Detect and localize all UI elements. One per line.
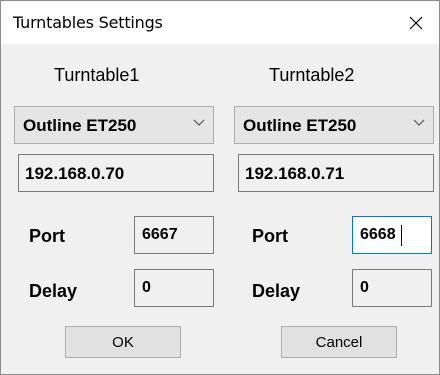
turntable2-ip-field[interactable]: 192.168.0.71 bbox=[238, 154, 434, 192]
turntable2-model-value: Outline ET250 bbox=[243, 116, 357, 135]
turntable1-port-value: 6667 bbox=[142, 226, 178, 243]
turntable2-delay-label: Delay bbox=[252, 281, 301, 301]
close-icon bbox=[409, 16, 423, 29]
turntable1-delay-label: Delay bbox=[29, 281, 78, 301]
turntable1-model-select[interactable]: Outline ET250 bbox=[14, 106, 214, 144]
cancel-button[interactable]: Cancel bbox=[281, 326, 397, 358]
chevron-down-icon bbox=[413, 119, 425, 126]
title-bar: Turntables Settings bbox=[1, 1, 439, 44]
turntable1-delay-field[interactable]: 0 bbox=[134, 269, 214, 307]
ok-button[interactable]: OK bbox=[65, 326, 181, 358]
turntable2-ip-value: 192.168.0.71 bbox=[245, 164, 345, 183]
turntable1-delay-value: 0 bbox=[142, 279, 151, 296]
turntable1-port-field[interactable]: 6667 bbox=[134, 216, 214, 254]
window-title: Turntables Settings bbox=[13, 13, 163, 32]
turntable2-heading: Turntable2 bbox=[269, 65, 355, 85]
turntable2-delay-field[interactable]: 0 bbox=[352, 269, 432, 307]
turntable2-port-field[interactable]: 6668 bbox=[352, 216, 432, 254]
settings-dialog: Turntables Settings Turntable1 Outline E… bbox=[0, 0, 440, 375]
turntable1-model-value: Outline ET250 bbox=[23, 116, 137, 135]
turntable2-model-select[interactable]: Outline ET250 bbox=[234, 106, 434, 144]
close-button[interactable] bbox=[393, 1, 439, 44]
chevron-down-icon bbox=[193, 119, 205, 126]
turntable2-delay-value: 0 bbox=[360, 279, 369, 296]
turntable1-heading: Turntable1 bbox=[54, 65, 140, 85]
turntable2-port-value: 6668 bbox=[360, 226, 396, 243]
text-caret bbox=[401, 225, 402, 246]
turntable1-ip-field[interactable]: 192.168.0.70 bbox=[18, 154, 214, 192]
turntable1-ip-value: 192.168.0.70 bbox=[25, 164, 125, 183]
turntable2-port-label: Port bbox=[252, 226, 288, 246]
turntable1-port-label: Port bbox=[29, 226, 65, 246]
